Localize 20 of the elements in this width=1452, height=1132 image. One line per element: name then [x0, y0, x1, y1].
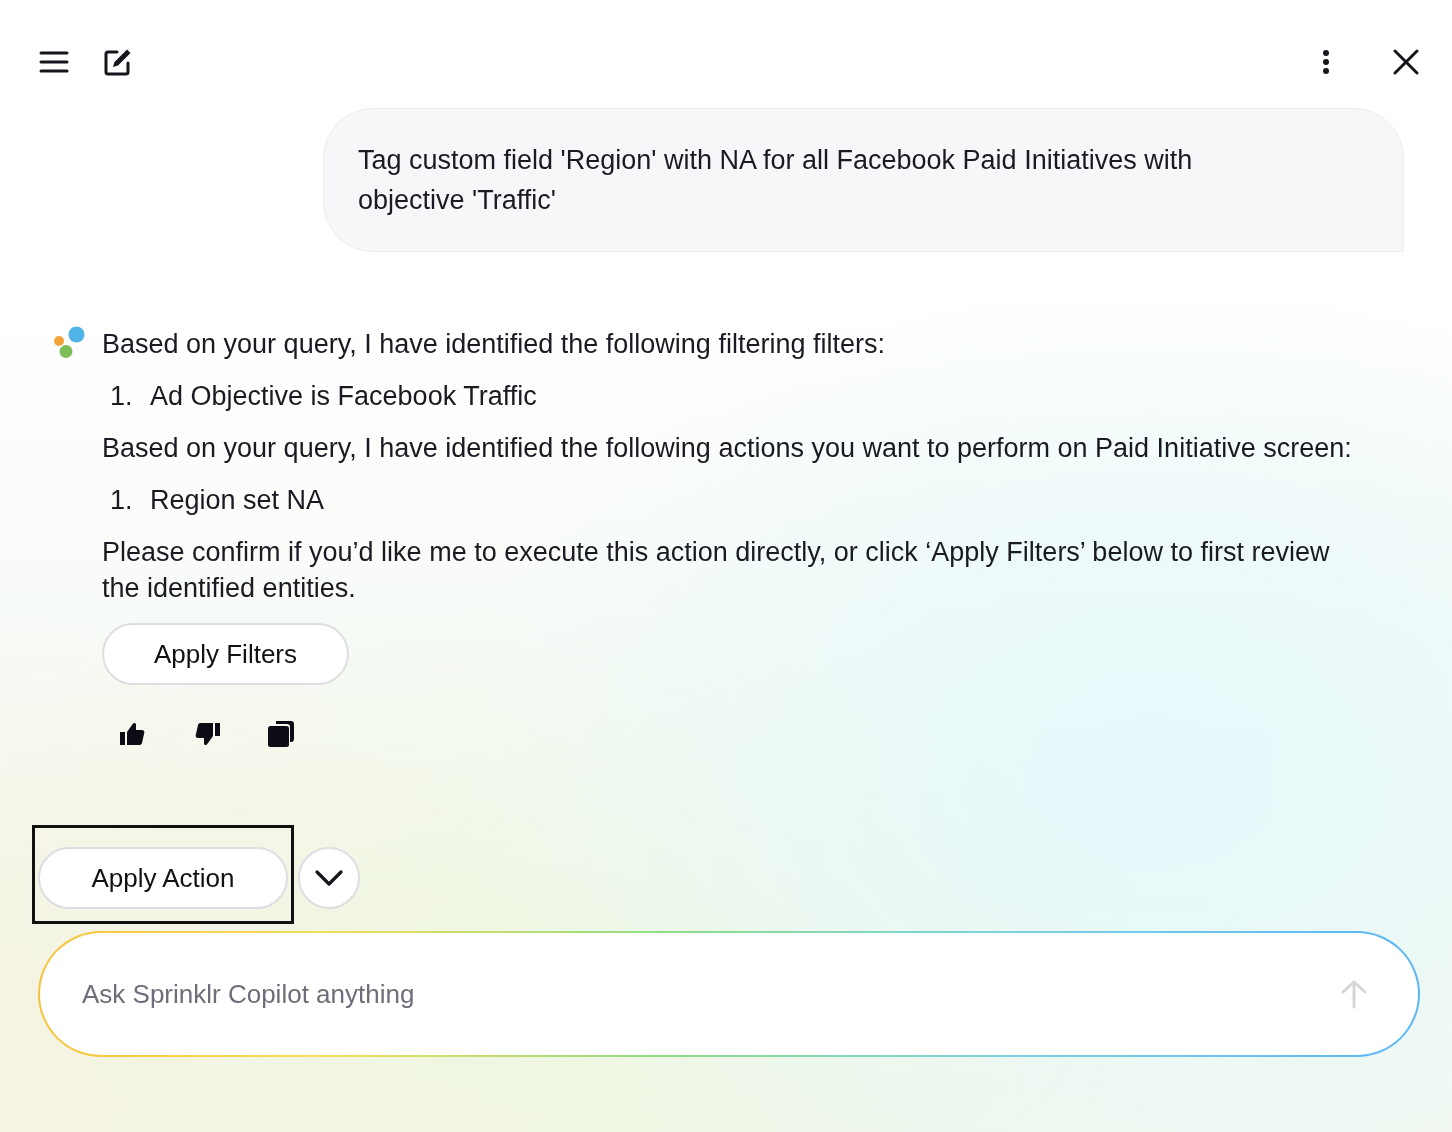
list-item-text: Region set NA: [150, 484, 325, 517]
close-icon: [1393, 49, 1419, 75]
apply-action-button[interactable]: Apply Action: [38, 847, 288, 909]
menu-icon: [39, 51, 69, 73]
copy-icon: [266, 720, 296, 748]
copilot-logo-icon: [53, 326, 86, 359]
list-number: 1.: [110, 484, 134, 517]
more-icon: [1322, 49, 1330, 75]
list-number: 1.: [110, 380, 134, 413]
apply-filters-button[interactable]: Apply Filters: [102, 623, 349, 685]
message-paragraph: Please confirm if you’d like me to execute this action directly, or click ‘Apply Filters’ below to first review the identified entities.: [102, 536, 1331, 605]
message-paragraph: Based on your query, I have identified the following filtering filters:: [102, 328, 886, 361]
message-paragraph: Based on your query, I have identified the following actions you want to perform on Paid Initiative screen:: [102, 432, 1352, 465]
copy-button[interactable]: [266, 720, 296, 748]
arrow-up-icon: [1340, 979, 1368, 1009]
message-input[interactable]: Ask Sprinklr Copilot anything: [80, 977, 1338, 1011]
list-item-text: Ad Objective is Facebook Traffic: [150, 380, 537, 413]
edit-icon: [103, 47, 133, 77]
chevron-down-icon: [314, 869, 344, 887]
user-message: Tag custom field 'Region' with NA for all Facebook Paid Initiatives with objective 'Traffic': [323, 108, 1404, 252]
